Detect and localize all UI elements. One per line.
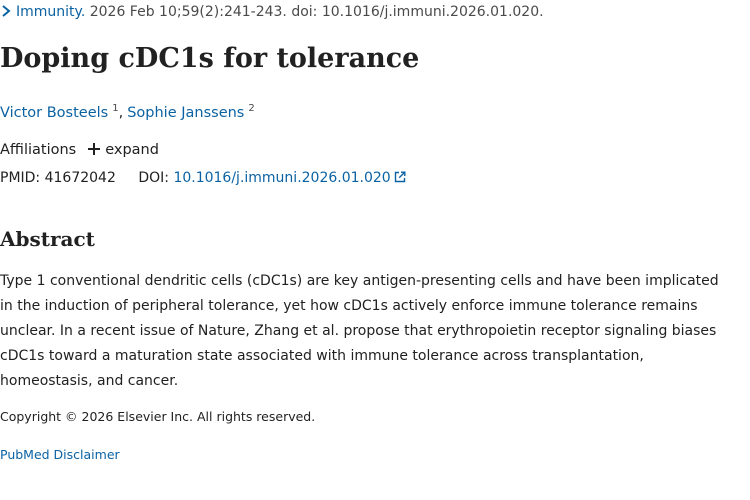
external-link-icon	[394, 171, 406, 183]
article-title: Doping cDC1s for tolerance	[0, 43, 420, 74]
affiliation-marker-2[interactable]: 2	[248, 103, 254, 114]
abstract-line: unclear. In a recent issue of Nature, Zh…	[0, 323, 717, 339]
affiliation-marker-1[interactable]: 1	[112, 103, 118, 114]
author-link-2[interactable]: Sophie Janssens	[127, 105, 244, 121]
abstract-line: Type 1 conventional dendritic cells (cDC…	[0, 273, 719, 289]
citation-details: 2026 Feb 10;59(2):241-243. doi: 10.1016/…	[85, 4, 544, 20]
abstract-line: homeostasis, and cancer.	[0, 373, 179, 389]
pmid-value: 41672042	[44, 170, 116, 186]
citation-line: Immunity. 2026 Feb 10;59(2):241-243. doi…	[0, 4, 544, 20]
affiliations-label: Affiliations	[0, 142, 77, 158]
doi-label: DOI:	[138, 170, 169, 186]
expand-label: expand	[105, 142, 159, 158]
abstract-heading: Abstract	[0, 227, 95, 251]
article-page: Immunity. 2026 Feb 10;59(2):241-243. doi…	[0, 0, 750, 500]
plus-icon	[88, 143, 101, 155]
author-link-1[interactable]: Victor Bosteels	[0, 105, 108, 121]
chevron-right-icon[interactable]	[0, 4, 12, 18]
abstract-line: cDC1s toward a maturation state associat…	[0, 348, 644, 364]
affiliations-toggle[interactable]: Affiliations expand	[0, 142, 159, 158]
author-separator: ,	[118, 105, 124, 121]
pubmed-disclaimer-link[interactable]: PubMed Disclaimer	[0, 447, 120, 462]
abstract-text: Type 1 conventional dendritic cells (cDC…	[0, 269, 750, 394]
copyright-notice: Copyright © 2026 Elsevier Inc. All right…	[0, 409, 316, 424]
pmid-label: PMID:	[0, 170, 41, 186]
doi-value: 10.1016/j.immuni.2026.01.020	[173, 170, 391, 186]
identifiers: PMID: 41672042 DOI: 10.1016/j.immuni.202…	[0, 170, 406, 186]
author-list: Victor Bosteels 1, Sophie Janssens 2	[0, 103, 255, 121]
journal-link[interactable]: Immunity.	[16, 4, 85, 20]
abstract-line: in the induction of peripheral tolerance…	[0, 298, 698, 314]
doi-link[interactable]: 10.1016/j.immuni.2026.01.020	[173, 170, 406, 186]
